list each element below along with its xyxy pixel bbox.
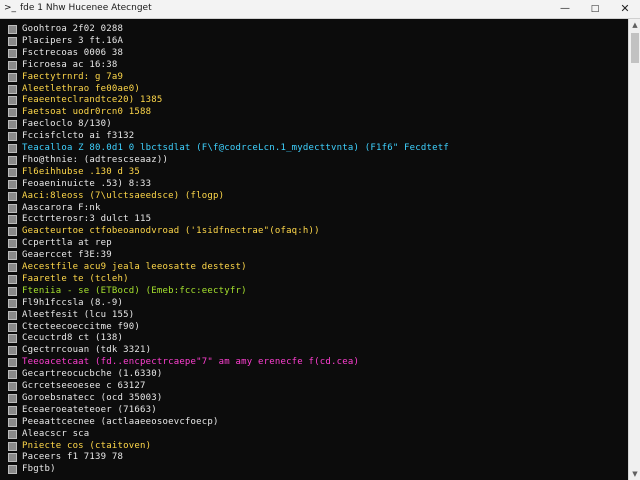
terminal-line-text: Pniecte cos (ctaitoven) <box>22 440 152 451</box>
line-marker-icon <box>8 36 17 46</box>
terminal-line-text: Peeaattcecnee (actlaaeeosoevcfoecp) <box>22 416 219 427</box>
terminal-line-text: Feaeenteclrandtce20) 1385 <box>22 95 163 106</box>
line-marker-icon <box>8 251 17 261</box>
vertical-scrollbar[interactable]: ▲ ▼ <box>628 19 640 480</box>
terminal-line-text: Faaretle te (tcleh) <box>22 273 129 284</box>
line-marker-icon <box>8 227 17 237</box>
terminal-line-text: Placipers 3 ft.16A <box>22 35 124 46</box>
terminal-line-text: Teacalloa Z 80.0d1 0 lbctsdlat (F\f@codr… <box>22 143 450 153</box>
line-marker-icon <box>8 132 17 142</box>
terminal-line-text: Gcrcetseeoesee c 63127 <box>22 381 146 391</box>
line-marker-icon <box>8 405 17 415</box>
terminal-line-text: Ctecteecoeccitme f90) <box>22 321 140 332</box>
scroll-up-icon[interactable]: ▲ <box>629 19 640 31</box>
terminal-line-text: Feoaeninuicte .53) 8:33 <box>22 178 152 189</box>
window-title: fde 1 Nhw Hucenee Atecnget <box>20 3 152 13</box>
terminal-line-text: Fbgtb) <box>22 464 56 475</box>
line-marker-icon <box>8 108 17 118</box>
line-marker-icon <box>8 84 17 94</box>
line-marker-icon <box>8 370 17 380</box>
terminal-line-text: Aascarora F:nk <box>22 202 101 213</box>
line-marker-icon <box>8 60 17 70</box>
terminal-output[interactable]: Goohtroa 2f02 0288 Placipers 3 ft.16A Fsct… <box>0 19 628 480</box>
terminal-line-text: Aleetfesit (lcu 155) <box>22 309 135 320</box>
terminal-line-text: Aleetlethrao fe00ae0) <box>22 83 140 94</box>
line-marker-icon <box>8 322 17 332</box>
line-marker-icon <box>8 298 17 308</box>
terminal-line-text: Fteniia - se (ETBocd) (Emeb:fcc:eectyfr) <box>22 285 247 296</box>
terminal-line-text: Teeoacetcaat (fd..encpectrcaepe"7" am am… <box>22 357 360 368</box>
line-marker-icon <box>8 120 17 130</box>
title-bar[interactable]: >_ fde 1 Nhw Hucenee Atecnget — □ ✕ <box>0 0 640 19</box>
terminal-line-text: Ficroesa ac 16:38 <box>22 59 118 70</box>
line-marker-icon <box>8 215 17 225</box>
scroll-down-icon[interactable]: ▼ <box>629 468 640 480</box>
terminal-line-text: Cgectrrcouan (tdk 3321) <box>22 345 152 356</box>
minimize-icon[interactable]: — <box>550 0 580 18</box>
line-marker-icon <box>8 334 17 344</box>
line-marker-icon <box>8 310 17 320</box>
line-marker-icon <box>8 167 17 177</box>
terminal-line-text: Gecartreocucbche (1.6330) <box>22 369 163 380</box>
line-marker-icon <box>8 417 17 427</box>
scroll-thumb[interactable] <box>631 33 639 63</box>
terminal-line-text: Fccisfclcto ai f3132 <box>22 131 135 142</box>
terminal-line-text: Eceaeroeateteoer (71663) <box>22 404 157 415</box>
terminal-window: >_ fde 1 Nhw Hucenee Atecnget — □ ✕ Gooh… <box>0 0 640 480</box>
line-marker-icon <box>8 441 17 451</box>
line-marker-icon <box>8 465 17 475</box>
maximize-icon[interactable]: □ <box>580 0 610 18</box>
terminal-line-text: Ecctrterosr:3 dulct 115 <box>22 214 152 225</box>
terminal-line-text: Aaci:8leoss (7\ulctsaeedsce) (flogp) <box>22 190 225 201</box>
line-marker-icon <box>8 72 17 82</box>
line-marker-icon <box>8 346 17 356</box>
terminal-line-text: Fl9h1fccsla (8.-9) <box>22 297 124 308</box>
terminal-line-text: Faetsoat uodr0rcn0 1588 <box>22 107 152 118</box>
terminal-line-text: Cecuctrd8 ct (138) <box>22 333 124 344</box>
line-marker-icon <box>8 239 17 249</box>
terminal-line-text: Aleacscr sca <box>22 428 90 439</box>
line-marker-icon <box>8 191 17 201</box>
terminal-line-text: Fho@thnie: (adtrescseaaz)) <box>22 154 169 165</box>
line-marker-icon <box>8 155 17 165</box>
terminal-line-text: Paceers f1 7139 78 <box>22 452 124 463</box>
terminal-line-text: Aecestfile acu9 jeala leeosatte destest) <box>22 262 247 272</box>
terminal-line-text: Geaerccet f3E:39 <box>22 250 112 261</box>
terminal-line-text: Ccperttla at rep <box>22 238 112 249</box>
line-marker-icon <box>8 25 17 34</box>
terminal-line-text: Goroebsnatecc (ocd 35003) <box>22 392 163 403</box>
line-marker-icon <box>8 179 17 189</box>
close-icon[interactable]: ✕ <box>610 0 640 18</box>
line-marker-icon <box>8 453 17 463</box>
terminal-line-text: Faectytrnrd: g 7a9 <box>22 71 124 82</box>
terminal-line-text: Fl6eihhubse .130 d 35 <box>22 166 140 177</box>
line-marker-icon <box>8 263 17 272</box>
line-marker-icon <box>8 274 17 284</box>
terminal-line-text: Fsctrecoas 0006 38 <box>22 47 124 58</box>
line-marker-icon <box>8 286 17 296</box>
terminal-icon: >_ <box>4 3 17 13</box>
terminal-line-text: Goohtroa 2f02 0288 <box>22 24 124 34</box>
line-marker-icon <box>8 144 17 153</box>
terminal-line-text: Geacteurtoe ctfobeoanodvroad ('1sidfnect… <box>22 226 320 237</box>
line-marker-icon <box>8 203 17 213</box>
line-marker-icon <box>8 48 17 58</box>
line-marker-icon <box>8 96 17 106</box>
terminal-line-text: Faecloclo 8/130) <box>22 119 112 130</box>
line-marker-icon <box>8 382 17 391</box>
line-marker-icon <box>8 429 17 439</box>
line-marker-icon <box>8 393 17 403</box>
line-marker-icon <box>8 358 17 368</box>
